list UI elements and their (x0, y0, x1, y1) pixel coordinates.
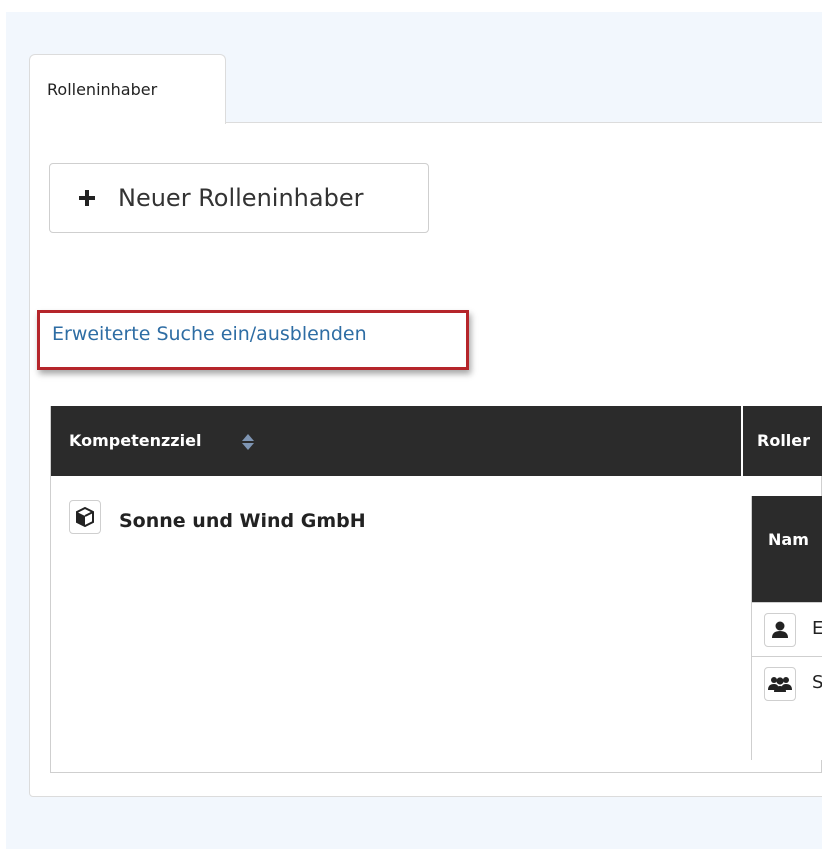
row-text: E (812, 618, 822, 639)
group-icon (768, 677, 792, 692)
tab-label: Rolleninhaber (47, 80, 158, 99)
nested-column-header-name[interactable]: Nam (768, 530, 809, 549)
plus-icon (79, 190, 95, 206)
table-row[interactable]: E (752, 602, 822, 656)
entity-name: Sonne und Wind GmbH (119, 510, 366, 532)
column-header-roller[interactable]: Roller (757, 431, 810, 450)
group-icon-button[interactable] (764, 667, 796, 701)
cube-icon (76, 506, 94, 528)
entity-icon-button[interactable] (69, 500, 101, 534)
sort-icon[interactable] (240, 432, 256, 452)
table-header: Kompetenzziel Roller (51, 406, 822, 476)
new-role-holder-button[interactable]: Neuer Rolleninhaber (49, 163, 429, 233)
user-icon (772, 621, 788, 638)
nested-role-table: Nam E S (751, 496, 822, 760)
role-holder-table: Kompetenzziel Roller Sonne und Wind GmbH… (50, 406, 822, 773)
column-header-kompetenzziel[interactable]: Kompetenzziel (69, 431, 201, 450)
new-role-holder-label: Neuer Rolleninhaber (118, 184, 364, 212)
advanced-search-toggle-link[interactable]: Erweiterte Suche ein/ausblenden (52, 323, 367, 345)
user-icon-button[interactable] (764, 613, 796, 647)
row-text: S (812, 672, 822, 693)
table-row[interactable]: S (752, 656, 822, 710)
nested-table-header: Nam (752, 496, 822, 602)
tab-rolleninhaber[interactable]: Rolleninhaber (29, 54, 226, 124)
column-divider (741, 406, 743, 476)
